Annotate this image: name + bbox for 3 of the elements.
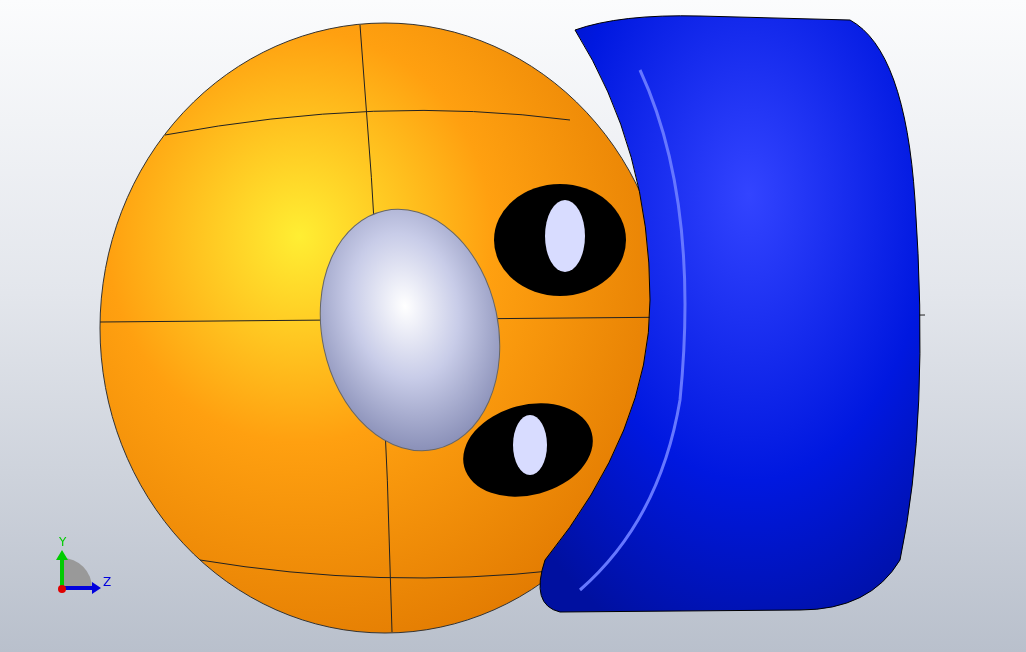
axis-label: Y [59, 535, 67, 549]
axis-label: Z [103, 575, 112, 589]
origin-icon [58, 585, 66, 593]
